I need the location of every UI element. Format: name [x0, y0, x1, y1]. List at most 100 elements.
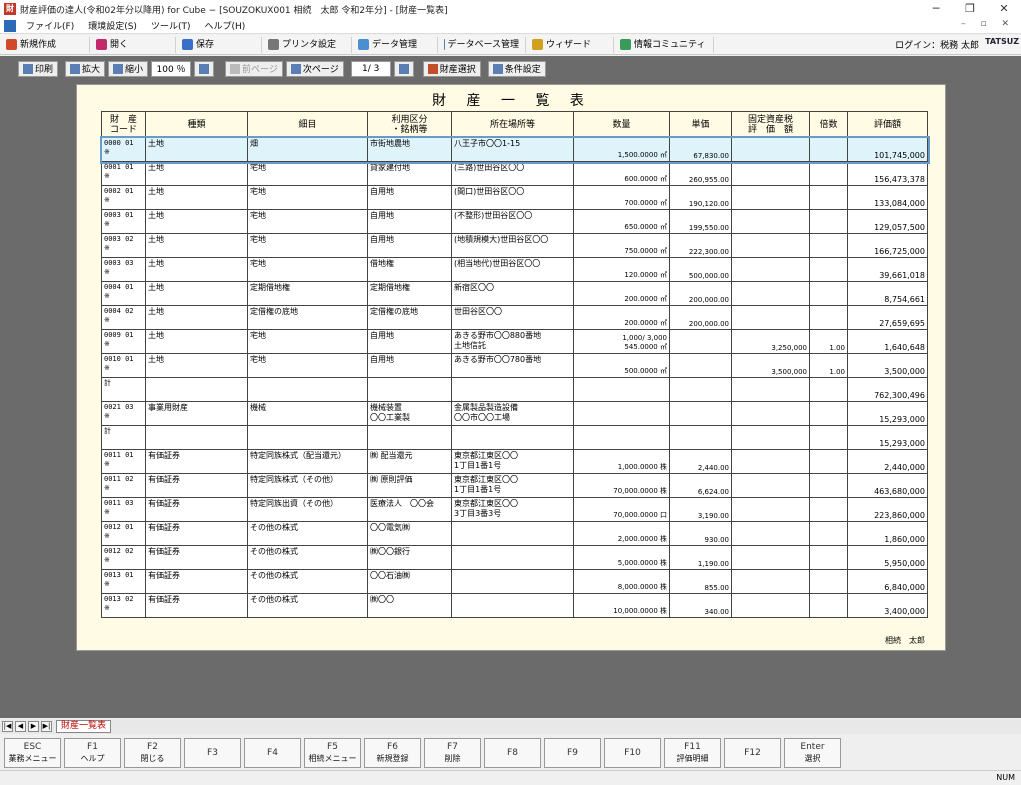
- cell-tax: [731, 209, 810, 234]
- fkey-f2[interactable]: F2 閉じる: [124, 738, 181, 768]
- fkey-key: F5: [327, 742, 338, 752]
- cell-value: 15,293,000: [847, 401, 928, 426]
- cell-kind: [145, 425, 248, 450]
- page-number-field[interactable]: 1/ 3: [350, 60, 391, 77]
- table-row[interactable]: 0009 01 ※ 土地 宅地 自用地 あきる野市〇〇880番地 土地信託 1,000/ 3,…: [101, 329, 928, 354]
- fkey-f4[interactable]: F4: [244, 738, 301, 768]
- cell-code: 0001 01 ※: [101, 161, 146, 186]
- cell-kind: 土地: [145, 161, 248, 186]
- zoom-level-field[interactable]: 100 ％: [151, 60, 192, 77]
- condition-settings-button[interactable]: 条件設定: [487, 60, 546, 77]
- cell-detail: その他の株式: [247, 521, 368, 546]
- cell-loc: [451, 545, 574, 570]
- printer-icon: [268, 39, 279, 50]
- fkey-esc[interactable]: ESC 業務メニュー: [4, 738, 61, 768]
- table-row[interactable]: 0003 03 ※ 土地 宅地 借地権 (相当地代)世田谷区〇〇 120.0000 ㎡ 500…: [101, 257, 928, 282]
- cell-value: 5,950,000: [847, 545, 928, 570]
- table-row[interactable]: 0002 01 ※ 土地 宅地 自用地 (間口)世田谷区〇〇 700.0000 ㎡ 190,1…: [101, 185, 928, 210]
- next-page-button[interactable]: 次ページ: [285, 60, 344, 77]
- table-row[interactable]: 0004 01 ※ 土地 定期借地権 定期借地権 新宿区〇〇 200.0000 ㎡ 200,0…: [101, 281, 928, 306]
- fkey-enter[interactable]: Enter 選択: [784, 738, 841, 768]
- fkey-label: 削除: [444, 754, 461, 763]
- table-row[interactable]: 0012 02 ※ 有価証券 その他の株式 ㈱〇〇銀行 5,000.0000 株 1,190…: [101, 545, 928, 570]
- fkey-f7[interactable]: F7 削除: [424, 738, 481, 768]
- minimize-icon[interactable]: ─: [919, 0, 953, 18]
- property-select-button[interactable]: 財産選択: [422, 60, 481, 77]
- tab-last-icon[interactable]: ▶|: [41, 721, 52, 732]
- fkey-f11[interactable]: F11 評価明細: [664, 738, 721, 768]
- print-button[interactable]: 印刷: [18, 60, 59, 77]
- table-row[interactable]: 0000 01 ※ 土地畑市街地農地 八王子市〇〇1-15 1,500.0000 ㎡ 67…: [99, 135, 930, 164]
- cell-tax: [731, 257, 810, 282]
- community-icon: [620, 39, 631, 50]
- tab-first-icon[interactable]: |◀: [2, 721, 13, 732]
- cell-tax: [731, 425, 810, 450]
- fkey-f10[interactable]: F10: [604, 738, 661, 768]
- cell-loc: [451, 521, 574, 546]
- menu-file[interactable]: ファイル(F): [19, 19, 81, 32]
- fkey-key: F2: [147, 742, 158, 752]
- fkey-f8[interactable]: F8: [484, 738, 541, 768]
- table-row[interactable]: 計 762,300,496: [101, 377, 928, 402]
- database-management-button[interactable]: データベース管理: [438, 36, 526, 53]
- table-row[interactable]: 0011 03 ※ 有価証券 特定同族出資（その他） 医療法人 〇〇会 東京都江東区〇〇 3…: [101, 497, 928, 522]
- table-row[interactable]: 0003 02 ※ 土地 宅地 自用地 (地積規模大)世田谷区〇〇 750.0000 ㎡ 22…: [101, 233, 928, 258]
- tab-prev-icon[interactable]: ◀: [15, 721, 26, 732]
- restore-icon[interactable]: ❐: [953, 0, 987, 18]
- window-title: 財産評価の達人(令和02年分以降用) for Cube − [SOUZOKUX0…: [20, 5, 448, 16]
- table-row[interactable]: 0011 01 ※ 有価証券 特定同族株式（配当還元）㈱ 配当還元 東京都江東区〇〇 1丁…: [101, 449, 928, 474]
- fkey-f9[interactable]: F9: [544, 738, 601, 768]
- fkey-f3[interactable]: F3: [184, 738, 241, 768]
- cell-code: 0021 03 ※: [101, 401, 146, 426]
- fkey-f1[interactable]: F1 ヘルプ: [64, 738, 121, 768]
- menu-tools[interactable]: ツール(T): [144, 19, 198, 32]
- tab-next-icon[interactable]: ▶: [28, 721, 39, 732]
- cell-price: [669, 353, 732, 378]
- cell-qty: 2,000.0000 株: [573, 521, 670, 546]
- zoom-out-button[interactable]: 縮小: [108, 60, 149, 77]
- menu-help[interactable]: ヘルプ(H): [197, 19, 252, 32]
- save-button[interactable]: 保存: [176, 36, 262, 53]
- cell-price: 200,000.00: [669, 281, 732, 306]
- title-bar: 財 財産評価の達人(令和02年分以降用) for Cube − [SOUZOKU…: [0, 0, 1021, 18]
- fkey-key: Enter: [800, 742, 825, 752]
- fkey-f6[interactable]: F6 新規登録: [364, 738, 421, 768]
- community-button[interactable]: 情報コミュニティ: [614, 36, 714, 53]
- cell-use: 自用地: [367, 209, 452, 234]
- mdi-controls[interactable]: – ▫ ✕: [961, 19, 1015, 29]
- table-row[interactable]: 0013 02 ※ 有価証券 その他の株式 ㈱〇〇 10,000.0000 株 340.00…: [101, 593, 928, 618]
- cell-price: [669, 401, 732, 426]
- table-row[interactable]: 0003 01 ※ 土地 宅地 自用地 (不整形)世田谷区〇〇 650.0000 ㎡ 199,…: [101, 209, 928, 234]
- cell-detail: [247, 425, 368, 450]
- printer-settings-button[interactable]: プリンタ設定: [262, 36, 352, 53]
- column-header: 財 産コード: [101, 111, 146, 138]
- close-icon[interactable]: ✕: [987, 0, 1021, 18]
- table-row[interactable]: 0021 03 ※ 事業用財産 機械 機械装置 〇〇工業製 金属製品製造設備 〇〇市〇〇工場 1…: [101, 401, 928, 426]
- prev-page-button[interactable]: 前ページ: [225, 60, 283, 77]
- cell-kind: 有価証券: [145, 521, 248, 546]
- fkey-f5[interactable]: F5 相続メニュー: [304, 738, 361, 768]
- wizard-button[interactable]: ウィザード: [526, 36, 614, 53]
- table-row[interactable]: 0012 01 ※ 有価証券 その他の株式 〇〇電気㈱ 2,000.0000 株 930.0…: [101, 521, 928, 546]
- table-row[interactable]: 0013 01 ※ 有価証券 その他の株式 〇〇石油㈱ 8,000.0000 株 855.0…: [101, 569, 928, 594]
- table-row[interactable]: 0004 02 ※ 土地 定借権の底地 定借権の底地 世田谷区〇〇 200.0000 ㎡ 20…: [101, 305, 928, 330]
- cell-kind: 有価証券: [145, 569, 248, 594]
- zoom-in-button[interactable]: 拡大: [65, 60, 106, 77]
- cell-code: 0012 01 ※: [101, 521, 146, 546]
- table-row[interactable]: 0011 02 ※ 有価証券 特定同族株式（その他）㈱ 原則評価 東京都江東区〇〇 1丁目…: [101, 473, 928, 498]
- table-row[interactable]: 0010 01 ※ 土地 宅地 自用地 あきる野市〇〇780番地 500.0000 ㎡ 3,5…: [101, 353, 928, 378]
- zoom-apply-button[interactable]: [194, 60, 215, 77]
- menu-settings[interactable]: 環境設定(S): [81, 19, 144, 32]
- cell-price: 67,830.00: [669, 137, 732, 162]
- fkey-f12[interactable]: F12: [724, 738, 781, 768]
- cell-value: 129,057,500: [847, 209, 928, 234]
- table-row[interactable]: 計 15,293,000: [101, 425, 928, 450]
- tab-property-list[interactable]: 財産一覧表: [56, 720, 112, 733]
- new-button[interactable]: 新規作成: [0, 36, 90, 53]
- page-go-button[interactable]: [393, 60, 414, 77]
- table-row[interactable]: 0001 01 ※ 土地 宅地 貸家建付地 (三路)世田谷区〇〇 600.0000 ㎡ 260…: [101, 161, 928, 186]
- data-management-button[interactable]: データ管理: [352, 36, 438, 53]
- cell-tax: [731, 545, 810, 570]
- open-button[interactable]: 開く: [90, 36, 176, 53]
- cell-code: 0011 03 ※: [101, 497, 146, 522]
